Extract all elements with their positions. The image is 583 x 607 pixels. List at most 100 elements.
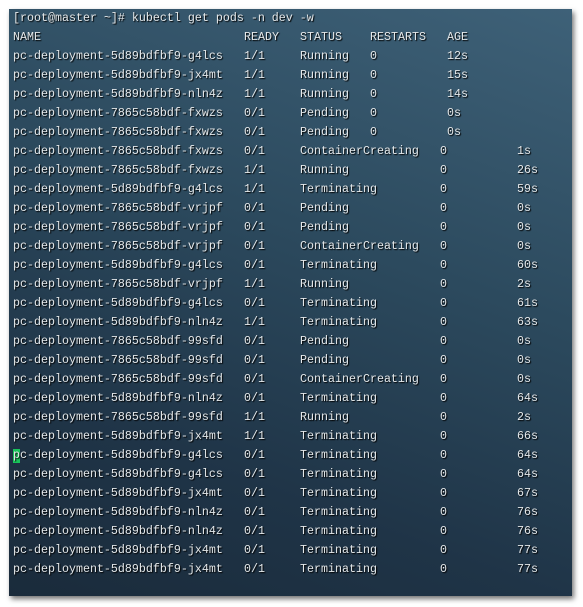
cell-status: Pending [300, 201, 349, 215]
cell-name: pc-deployment-5d89bdfbf9-g4lcs [13, 296, 223, 310]
cell-restarts: 0 [440, 486, 447, 500]
cell-name: pc-deployment-7865c58bdf-99sfd [13, 410, 223, 424]
cell-restarts: 0 [440, 182, 447, 196]
table-row: pc-deployment-5d89bdfbf9-nln4z 0/1 Termina… [13, 503, 568, 522]
cell-name: pc-deployment-5d89bdfbf9-g4lcs [13, 258, 223, 272]
cell-restarts: 0 [370, 87, 377, 101]
cell-name: pc-deployment-5d89bdfbf9-jx4mt [13, 543, 223, 557]
cell-ready: 0/1 [244, 486, 265, 500]
cell-restarts: 0 [370, 125, 377, 139]
cell-restarts: 0 [440, 372, 447, 386]
cell-status: Terminating [300, 448, 377, 462]
cell-status: ContainerCreating [300, 144, 419, 158]
table-row: pc-deployment-5d89bdfbf9-g4lcs 0/1 Termina… [13, 446, 568, 465]
table-row: pc-deployment-7865c58bdf-fxwzs 0/1 Pending… [13, 123, 568, 142]
table-row: pc-deployment-5d89bdfbf9-jx4mt 0/1 Termina… [13, 560, 568, 579]
cell-ready: 0/1 [244, 353, 265, 367]
cell-age: 2s [517, 277, 531, 291]
cell-restarts: 0 [440, 353, 447, 367]
cell-age: 12s [447, 49, 468, 63]
cell-name: pc-deployment-7865c58bdf-99sfd [13, 372, 223, 386]
cell-ready: 0/1 [244, 258, 265, 272]
cell-age: 15s [447, 68, 468, 82]
cell-name: pc-deployment-7865c58bdf-fxwzs [13, 144, 223, 158]
cell-age: 0s [517, 353, 531, 367]
cell-status: ContainerCreating [300, 239, 419, 253]
cell-age: 77s [517, 562, 538, 576]
table-row: pc-deployment-5d89bdfbf9-g4lcs 0/1 Termina… [13, 465, 568, 484]
cell-restarts: 0 [440, 562, 447, 576]
cell-status: Running [300, 163, 349, 177]
table-row: pc-deployment-7865c58bdf-vrjpf 0/1 Pending… [13, 218, 568, 237]
table-row: pc-deployment-5d89bdfbf9-g4lcs 0/1 Termina… [13, 256, 568, 275]
cell-age: 60s [517, 258, 538, 272]
cell-age: 1s [517, 144, 531, 158]
cell-ready: 0/1 [244, 543, 265, 557]
cell-ready: 1/1 [244, 68, 265, 82]
cell-restarts: 0 [370, 49, 377, 63]
terminal-window[interactable]: [root@master ~]# kubectl get pods -n dev… [9, 9, 572, 596]
cell-status: Pending [300, 220, 349, 234]
cell-status: Terminating [300, 429, 377, 443]
header-name: NAME [13, 30, 41, 44]
table-row: pc-deployment-7865c58bdf-99sfd 1/1 Running… [13, 408, 568, 427]
cell-status: Running [300, 68, 349, 82]
table-row: pc-deployment-5d89bdfbf9-jx4mt 1/1 Termina… [13, 427, 568, 446]
table-row: pc-deployment-7865c58bdf-99sfd 0/1 Contain… [13, 370, 568, 389]
cell-name: pc-deployment-5d89bdfbf9-jx4mt [13, 562, 223, 576]
cell-ready: 0/1 [244, 505, 265, 519]
cell-age: 64s [517, 467, 538, 481]
cell-name: pc-deployment-5d89bdfbf9-nln4z [13, 315, 223, 329]
cell-age: 76s [517, 524, 538, 538]
cell-restarts: 0 [440, 220, 447, 234]
cell-status: Terminating [300, 486, 377, 500]
table-row: pc-deployment-7865c58bdf-fxwzs 0/1 Contain… [13, 142, 568, 161]
cell-age: 61s [517, 296, 538, 310]
cell-restarts: 0 [440, 505, 447, 519]
cell-name: pc-deployment-7865c58bdf-fxwzs [13, 106, 223, 120]
cell-ready: 0/1 [244, 467, 265, 481]
cell-restarts: 0 [370, 106, 377, 120]
cell-status: Running [300, 49, 349, 63]
cell-name: pc-deployment-7865c58bdf-fxwzs [13, 125, 223, 139]
cell-restarts: 0 [370, 68, 377, 82]
cell-status: Terminating [300, 543, 377, 557]
command-line: [root@master ~]# kubectl get pods -n dev… [13, 9, 568, 28]
table-row: pc-deployment-7865c58bdf-fxwzs 1/1 Running… [13, 161, 568, 180]
cell-ready: 0/1 [244, 125, 265, 139]
header-restarts: RESTARTS [370, 30, 426, 44]
cell-age: 0s [517, 201, 531, 215]
table-row: pc-deployment-7865c58bdf-99sfd 0/1 Pending… [13, 332, 568, 351]
cell-name: pc-deployment-7865c58bdf-vrjpf [13, 239, 223, 253]
cell-status: Terminating [300, 258, 377, 272]
cell-restarts: 0 [440, 429, 447, 443]
cell-ready: 0/1 [244, 239, 265, 253]
cell-age: 77s [517, 543, 538, 557]
cell-restarts: 0 [440, 410, 447, 424]
cell-name: pc-deployment-5d89bdfbf9-g4lcs [13, 448, 223, 462]
cell-status: Terminating [300, 296, 377, 310]
cell-ready: 0/1 [244, 524, 265, 538]
cell-ready: 0/1 [244, 448, 265, 462]
cell-age: 67s [517, 486, 538, 500]
cell-restarts: 0 [440, 391, 447, 405]
table-row: pc-deployment-5d89bdfbf9-nln4z 1/1 Termina… [13, 313, 568, 332]
cell-age: 0s [517, 239, 531, 253]
cell-ready: 0/1 [244, 201, 265, 215]
table-row: pc-deployment-5d89bdfbf9-jx4mt 0/1 Termina… [13, 484, 568, 503]
cell-ready: 0/1 [244, 391, 265, 405]
header-ready: READY [244, 30, 279, 44]
cell-name: pc-deployment-5d89bdfbf9-jx4mt [13, 486, 223, 500]
table-row: pc-deployment-5d89bdfbf9-g4lcs 0/1 Termina… [13, 294, 568, 313]
table-row: pc-deployment-5d89bdfbf9-g4lcs 1/1 Running… [13, 47, 568, 66]
cell-ready: 1/1 [244, 163, 265, 177]
cell-restarts: 0 [440, 258, 447, 272]
cell-restarts: 0 [440, 543, 447, 557]
table-row: pc-deployment-7865c58bdf-vrjpf 1/1 Running… [13, 275, 568, 294]
cell-name: pc-deployment-5d89bdfbf9-g4lcs [13, 49, 223, 63]
cell-status: Pending [300, 106, 349, 120]
cell-age: 64s [517, 448, 538, 462]
table-row: pc-deployment-5d89bdfbf9-nln4z 0/1 Termina… [13, 389, 568, 408]
cell-ready: 0/1 [244, 106, 265, 120]
cell-ready: 0/1 [244, 220, 265, 234]
